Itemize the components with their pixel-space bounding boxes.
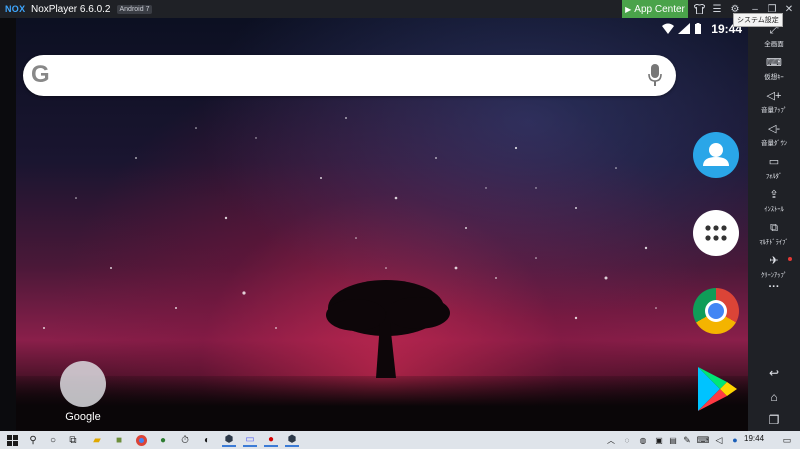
chrome-icon bbox=[705, 300, 727, 322]
file-explorer-icon[interactable]: ▰ bbox=[90, 433, 104, 447]
tray-icon-3[interactable]: ▣ bbox=[652, 433, 666, 447]
sidebar-item-virtual-key[interactable]: ⌨ 仮想ｷｰ bbox=[748, 53, 800, 85]
sidebar-item-volume-down[interactable]: ◁- 音量ﾀﾞｳﾝ bbox=[748, 119, 800, 151]
menu-icon[interactable]: ☰ bbox=[710, 2, 724, 16]
sidebar-item-label: 仮想ｷｰ bbox=[764, 74, 784, 81]
windows-start-icon[interactable] bbox=[5, 433, 19, 447]
app-drawer-icon[interactable] bbox=[693, 210, 739, 256]
speaker-icon[interactable]: ◁ bbox=[712, 433, 726, 447]
search-icon[interactable]: ⚲ bbox=[26, 433, 40, 447]
battery-icon bbox=[695, 23, 701, 34]
volume-down-icon: ◁- bbox=[767, 123, 781, 135]
app-center-button[interactable]: ▶ App Center bbox=[622, 0, 688, 18]
record-icon[interactable]: ● bbox=[264, 433, 278, 447]
tray-icon-2[interactable]: ◍ bbox=[636, 433, 650, 447]
grass-foreground bbox=[16, 376, 748, 431]
discord-icon[interactable]: ▭ bbox=[243, 433, 257, 447]
left-border bbox=[0, 18, 16, 431]
sidebar-item-label: 音量ｱｯﾌﾟ bbox=[761, 107, 787, 114]
sidebar-item-install[interactable]: ⇪ ｲﾝｽﾄｰﾙ bbox=[748, 185, 800, 217]
nox-sidebar: ⤢ 全画面 ⌨ 仮想ｷｰ ◁+ 音量ｱｯﾌﾟ ◁- 音量ﾀﾞｳﾝ ▭ ﾌｫﾙﾀﾞ… bbox=[748, 18, 800, 431]
notifications-icon[interactable]: ▭ bbox=[780, 433, 794, 447]
steam-icon[interactable]: ◐ bbox=[200, 433, 214, 447]
sidebar-item-label: 全画面 bbox=[764, 41, 784, 48]
more-icon: ··· bbox=[768, 281, 780, 293]
google-folder-label: Google bbox=[65, 411, 101, 423]
back-button[interactable]: ↩ bbox=[766, 366, 782, 380]
chrome-taskbar-icon[interactable] bbox=[134, 433, 148, 447]
keyboard-tray-icon[interactable]: ⌨ bbox=[696, 433, 710, 447]
recents-button[interactable]: ❐ bbox=[766, 413, 782, 427]
nox-logo: NOX bbox=[5, 4, 26, 14]
dots-grid-icon bbox=[705, 225, 727, 241]
android-status-bar: 19:44 bbox=[16, 18, 748, 40]
play-store-app-icon[interactable] bbox=[694, 366, 740, 412]
app-center-label: App Center bbox=[634, 3, 685, 15]
sidebar-item-label: ﾌｫﾙﾀﾞ bbox=[765, 173, 783, 180]
home-button[interactable]: ⌂ bbox=[766, 390, 782, 404]
pen-icon[interactable]: ✎ bbox=[680, 433, 694, 447]
taskbar-clock[interactable]: 19:44 bbox=[744, 434, 764, 443]
minecraft-icon[interactable]: ■ bbox=[112, 433, 126, 447]
monitor-icon: ▭ bbox=[768, 156, 780, 168]
sidebar-more-button[interactable]: ··· bbox=[748, 276, 800, 298]
google-folder-icon[interactable] bbox=[60, 361, 106, 407]
notification-dot bbox=[788, 257, 792, 261]
cloud-icon[interactable]: ● bbox=[728, 433, 742, 447]
android-home-screen[interactable]: 19:44 G Google bbox=[16, 18, 748, 431]
sidebar-item-folder[interactable]: ▭ ﾌｫﾙﾀﾞ bbox=[748, 152, 800, 184]
mic-icon[interactable] bbox=[648, 64, 662, 86]
app-taskbar-icon[interactable]: ● bbox=[156, 433, 170, 447]
google-search-bar[interactable]: G bbox=[23, 55, 676, 96]
windows-taskbar: ⚲ ○ ⧉ ▰ ■ ● ⏱ ◐ ⬢ ▭ ● ⬢ ︿ ◌ ◍ ▣ ▤ ✎ ⌨ ◁ … bbox=[0, 431, 800, 449]
window-title: NoxPlayer 6.6.0.2 bbox=[31, 3, 111, 15]
settings-tooltip: システム設定 bbox=[733, 13, 783, 27]
contacts-app-icon[interactable] bbox=[693, 132, 739, 178]
tray-icon-1[interactable]: ◌ bbox=[620, 433, 634, 447]
nox-taskbar-icon[interactable]: ⬢ bbox=[222, 433, 236, 447]
keyboard-icon: ⌨ bbox=[766, 57, 782, 69]
google-g-icon: G bbox=[31, 61, 50, 88]
person-icon bbox=[703, 143, 729, 166]
close-icon[interactable]: ✕ bbox=[782, 2, 796, 16]
chevron-up-icon[interactable]: ︿ bbox=[604, 433, 618, 447]
sidebar-item-label: ｲﾝｽﾄｰﾙ bbox=[764, 206, 784, 213]
tree-silhouette bbox=[326, 280, 450, 378]
clock-app-icon[interactable]: ⏱ bbox=[178, 433, 192, 447]
install-icon: ⇪ bbox=[769, 189, 779, 201]
volume-up-icon: ◁+ bbox=[766, 90, 782, 102]
network-icon[interactable]: ▤ bbox=[666, 433, 680, 447]
play-icon: ▶ bbox=[625, 4, 632, 14]
shirt-icon[interactable] bbox=[692, 2, 706, 16]
task-view-icon[interactable]: ⧉ bbox=[66, 433, 80, 447]
sidebar-item-multi-drive[interactable]: ⧉ ﾏﾙﾁﾄﾞﾗｲﾌﾞ bbox=[748, 218, 800, 250]
play-store-icon bbox=[698, 367, 737, 411]
signal-icon bbox=[678, 23, 690, 34]
rocket-icon: ✈ bbox=[769, 255, 779, 267]
sidebar-item-label: ﾏﾙﾁﾄﾞﾗｲﾌﾞ bbox=[759, 239, 789, 246]
wifi-icon bbox=[662, 23, 674, 34]
sidebar-item-label: 音量ﾀﾞｳﾝ bbox=[761, 140, 787, 147]
cortana-icon[interactable]: ○ bbox=[46, 433, 60, 447]
android-version-badge: Android 7 bbox=[116, 4, 153, 14]
nox-multi-icon[interactable]: ⬢ bbox=[285, 433, 299, 447]
sidebar-item-volume-up[interactable]: ◁+ 音量ｱｯﾌﾟ bbox=[748, 86, 800, 118]
multi-drive-icon: ⧉ bbox=[770, 222, 778, 234]
chrome-app-icon[interactable] bbox=[693, 288, 739, 334]
